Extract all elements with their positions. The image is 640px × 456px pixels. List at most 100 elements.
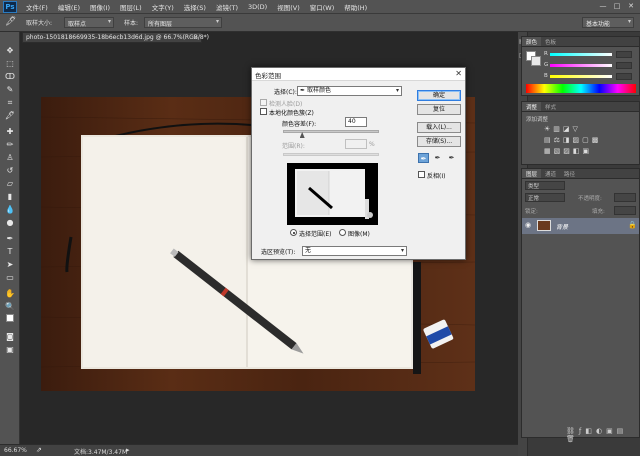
dialog-close-icon[interactable]: ✕ [455, 69, 462, 78]
quick-select-tool-icon[interactable]: ✎ [4, 85, 16, 95]
range-slider-track[interactable] [283, 153, 379, 156]
slider-r-label: R [544, 51, 548, 57]
slider-r-track[interactable] [550, 53, 612, 56]
dialog-titlebar[interactable]: 色彩范围 ✕ [252, 68, 465, 81]
layer-name[interactable]: 背景 [556, 222, 568, 231]
ok-button[interactable]: 确定 [417, 90, 461, 101]
tab-layers[interactable]: 图层 [522, 169, 542, 178]
reset-button[interactable]: 复位 [417, 104, 461, 115]
crop-tool-icon[interactable]: ⌗ [4, 98, 16, 108]
menu-help[interactable]: 帮助(H) [339, 2, 372, 12]
layer-action-icons[interactable]: ⛓ƒ◧◐▣▤🗑 [566, 427, 639, 443]
fuzziness-input[interactable]: 40 [345, 117, 367, 127]
eyedropper-sample-icon[interactable]: ✒ [418, 153, 429, 163]
tab-channels[interactable]: 通道 [541, 169, 560, 178]
layer-filter-select[interactable]: 类型 [525, 181, 565, 190]
eyedropper-icon[interactable]: 🖋 [5, 17, 16, 27]
document-tab[interactable]: photo-1501818669935-18b6ecb13d6d.jpg @ 6… [22, 32, 209, 43]
fuzziness-slider-track[interactable] [283, 130, 379, 133]
tab-adjustments[interactable]: 调整 [522, 102, 542, 111]
type-tool-icon[interactable]: T [4, 247, 16, 257]
menu-filter[interactable]: 滤镜(T) [211, 2, 243, 12]
fuzziness-label: 颜色容差(F): [282, 121, 317, 128]
save-button[interactable]: 存储(S)... [417, 136, 461, 147]
document-close-icon[interactable]: × [193, 34, 198, 41]
minimize-button[interactable]: — [598, 1, 608, 11]
localized-color-checkbox[interactable] [260, 108, 267, 115]
blend-mode-select[interactable]: 正常 [525, 193, 565, 202]
eyedropper-add-icon[interactable]: ✒ [432, 153, 443, 163]
hand-tool-icon[interactable]: ✋ [4, 289, 16, 299]
healing-tool-icon[interactable]: ✚ [4, 127, 16, 137]
layers-panel: 图层 通道 路径 类型 正常 不透明度: 锁定: 填充: ◉ 背景 🔒 ⛓ƒ◧◐… [521, 168, 640, 443]
selection-preview[interactable] [287, 163, 378, 225]
slider-b-track[interactable] [550, 75, 612, 78]
eyedropper-tool-icon[interactable]: 🖋 [4, 111, 16, 121]
menu-edit[interactable]: 编辑(E) [53, 2, 85, 12]
shape-tool-icon[interactable]: ▭ [4, 273, 16, 283]
menu-image[interactable]: 图像(I) [85, 2, 115, 12]
invert-checkbox[interactable] [418, 171, 425, 178]
document-info: 文档:3.47M/3.47M [74, 449, 128, 456]
layer-row[interactable]: ◉ 背景 🔒 [522, 218, 639, 234]
slider-g-value[interactable] [616, 62, 632, 69]
detect-faces-checkbox[interactable] [260, 99, 267, 106]
selection-radio[interactable] [290, 229, 297, 236]
path-select-tool-icon[interactable]: ➤ [4, 260, 16, 270]
slider-b-value[interactable] [616, 73, 632, 80]
eyedropper-subtract-icon[interactable]: ✒ [446, 153, 457, 163]
color-ramp[interactable] [526, 84, 636, 93]
tab-color[interactable]: 颜色 [522, 37, 542, 46]
select-dropdown[interactable]: ✒ 取样颜色 [297, 86, 402, 96]
foreground-color-swatch[interactable] [6, 314, 14, 322]
sample-select[interactable]: 所有图层 [144, 17, 222, 28]
status-arrow-icon[interactable]: ▸ [126, 446, 130, 454]
load-button[interactable]: 载入(L)... [417, 122, 461, 133]
background-swatch[interactable] [531, 56, 541, 66]
close-button[interactable]: ✕ [626, 1, 636, 11]
range-input[interactable] [345, 139, 367, 149]
tab-styles[interactable]: 样式 [541, 102, 560, 111]
eraser-tool-icon[interactable]: ▱ [4, 179, 16, 189]
fill-label: 填充: [592, 209, 605, 215]
sample-size-select[interactable]: 取样点 [64, 17, 114, 28]
move-tool-icon[interactable]: ✥ [4, 46, 16, 56]
zoom-level[interactable]: 66.67% [4, 447, 27, 454]
blend-mode-value: 正常 [528, 196, 540, 202]
selection-preview-label: 选区预览(T): [261, 249, 296, 256]
selection-preview-select[interactable]: 无 [302, 246, 407, 256]
menu-select[interactable]: 选择(S) [179, 2, 211, 12]
photoshop-logo: Ps [3, 0, 17, 13]
menu-layer[interactable]: 图层(L) [115, 2, 147, 12]
fill-field[interactable] [614, 206, 636, 215]
image-radio[interactable] [339, 229, 346, 236]
screen-mode-icon[interactable]: ▣ [4, 345, 16, 355]
menu-type[interactable]: 文字(Y) [147, 2, 179, 12]
menu-view[interactable]: 视图(V) [272, 2, 305, 12]
history-brush-icon[interactable]: ↺ [4, 166, 16, 176]
workspace-select[interactable]: 基本功能 [582, 17, 634, 28]
dodge-tool-icon[interactable]: ● [4, 218, 16, 228]
tab-swatches[interactable]: 色板 [541, 37, 560, 46]
slider-g-track[interactable] [550, 64, 612, 67]
lasso-tool-icon[interactable]: ↀ [4, 72, 16, 82]
menu-file[interactable]: 文件(F) [21, 2, 53, 12]
maximize-button[interactable]: □ [612, 1, 622, 11]
marquee-tool-icon[interactable]: ⬚ [4, 59, 16, 69]
gradient-tool-icon[interactable]: ▮ [4, 192, 16, 202]
slider-r-value[interactable] [616, 51, 632, 58]
menu-3d[interactable]: 3D(D) [243, 3, 272, 11]
brush-tool-icon[interactable]: ✏ [4, 140, 16, 150]
quick-mask-icon[interactable]: ◙ [4, 332, 16, 342]
stamp-tool-icon[interactable]: ♙ [4, 153, 16, 163]
export-icon[interactable]: ⇗ [36, 446, 42, 454]
eyedropper-icon: ✒ [300, 87, 306, 94]
menu-window[interactable]: 窗口(W) [305, 2, 340, 12]
eye-icon[interactable]: ◉ [525, 221, 531, 229]
adjustment-icons[interactable]: ☀▥◪▽ ▤⚖◨▨▢▩ ▦▧▨◧▣ [544, 124, 634, 157]
zoom-tool-icon[interactable]: 🔍 [4, 302, 16, 312]
pen-tool-icon[interactable]: ✒ [4, 234, 16, 244]
blur-tool-icon[interactable]: 💧 [4, 205, 16, 215]
tab-paths[interactable]: 路径 [560, 169, 579, 178]
opacity-field[interactable] [614, 193, 636, 202]
